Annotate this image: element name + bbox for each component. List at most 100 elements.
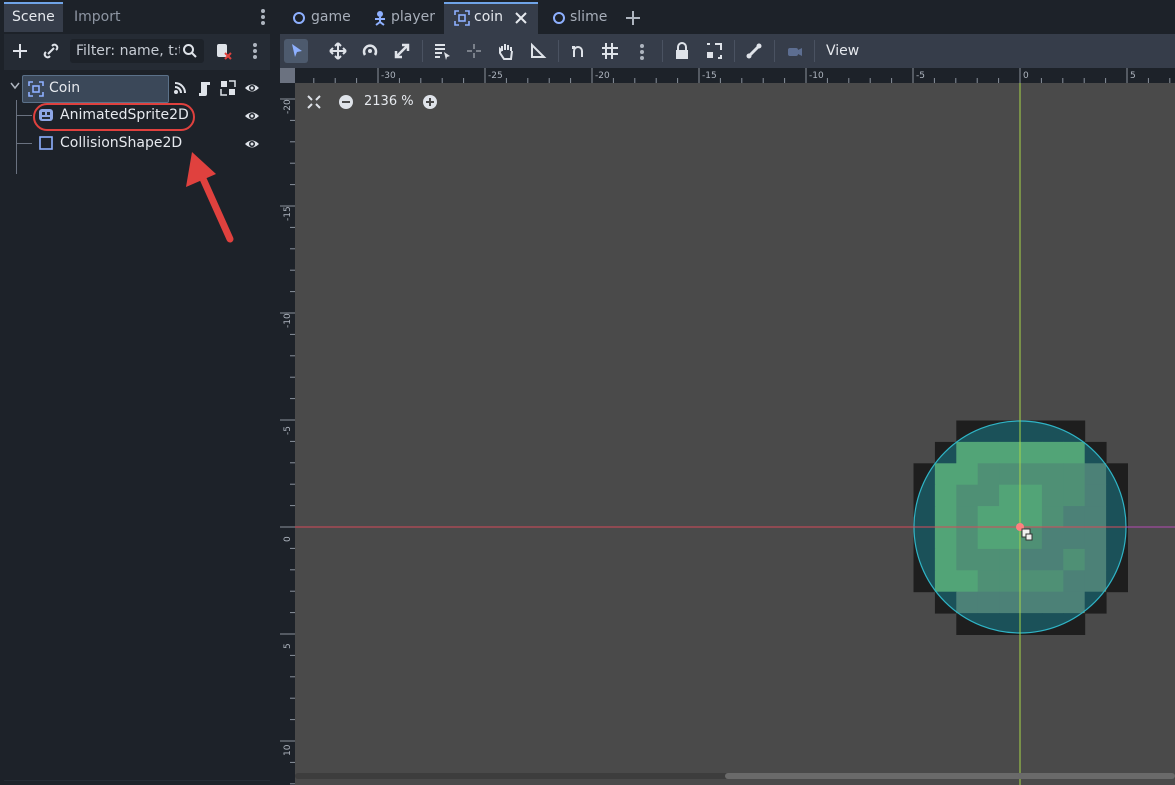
ruler-label: -5 xyxy=(283,426,293,435)
main-editor: game player coin slime View -30 -25 -20 … xyxy=(280,0,1175,785)
scene-toolbar xyxy=(4,34,270,68)
pivot-handle xyxy=(1025,533,1033,541)
circle-icon xyxy=(293,12,305,24)
visibility-eye-icon[interactable] xyxy=(244,108,260,124)
signal-icon[interactable] xyxy=(172,80,188,96)
ruler-labels: -30 -25 -20 -15 -10 -5 0 5 -20 -15 -10 -5 0 5 10 xyxy=(283,71,1136,756)
script-remove-icon xyxy=(217,44,232,60)
group-icon[interactable] xyxy=(220,80,236,96)
horizontal-scrollbar xyxy=(725,773,1175,779)
toolbar-separator xyxy=(662,40,663,62)
chevron-down-icon[interactable] xyxy=(10,82,20,90)
grid-snap-button[interactable] xyxy=(598,39,622,63)
ruler-mode-button[interactable] xyxy=(526,39,550,63)
snap-options-button[interactable] xyxy=(630,39,654,63)
tab-slime[interactable]: slime xyxy=(546,4,616,32)
script-filter-button[interactable] xyxy=(212,40,234,62)
root-node-selection[interactable]: Coin xyxy=(22,75,169,103)
character-icon xyxy=(375,11,385,26)
ruler-label: -15 xyxy=(283,206,293,221)
tab-coin[interactable]: coin xyxy=(444,2,538,34)
zoom-in-icon[interactable] xyxy=(422,94,438,110)
tab-player[interactable]: player xyxy=(368,4,440,32)
skeleton-button[interactable] xyxy=(742,39,766,63)
ruler-label: -20 xyxy=(595,71,610,81)
node-label: CollisionShape2D xyxy=(60,135,183,151)
scene-dock: Scene Import Filter: name, t:t Coin Anim… xyxy=(0,0,276,785)
lock-button[interactable] xyxy=(670,39,694,63)
search-icon xyxy=(183,44,197,58)
ruler-icon xyxy=(531,42,547,58)
toolbar-separator xyxy=(558,40,559,62)
close-icon[interactable] xyxy=(514,11,528,25)
ruler-label: -10 xyxy=(809,71,824,81)
view-menu[interactable]: View xyxy=(826,41,859,61)
toolbar-separator xyxy=(734,40,735,62)
ruler-label: 10 xyxy=(283,744,293,756)
instance-scene-button[interactable] xyxy=(40,40,62,62)
toolbar-separator xyxy=(422,40,423,62)
tab-game[interactable]: game xyxy=(288,4,360,32)
rotate-mode-button[interactable] xyxy=(358,39,382,63)
move-mode-button[interactable] xyxy=(326,39,350,63)
ruler-label: 0 xyxy=(283,536,293,542)
toolbar-separator xyxy=(774,40,775,62)
viewport-canvas: -30 -25 -20 -15 -10 -5 0 5 -20 -15 -10 -5 0 5 10 xyxy=(280,68,1175,785)
zoom-reset-icon[interactable] xyxy=(306,94,322,110)
visibility-eye-icon[interactable] xyxy=(244,80,260,96)
link-icon xyxy=(43,43,59,59)
camera-override-button[interactable] xyxy=(782,39,806,63)
ruler-label: -10 xyxy=(283,313,293,328)
annotation-arrow-icon xyxy=(186,152,234,243)
add-node-button[interactable] xyxy=(9,40,31,62)
scale-mode-button[interactable] xyxy=(390,39,414,63)
node2d-icon xyxy=(28,81,44,97)
ruler-label: -15 xyxy=(702,71,717,81)
ruler-label: 5 xyxy=(283,643,293,649)
annotation-highlight-ellipse xyxy=(33,103,195,131)
grid-snap-icon xyxy=(602,43,618,59)
ruler-corner xyxy=(280,68,295,83)
dock-menu-icon[interactable] xyxy=(258,7,268,27)
ruler-label: -30 xyxy=(381,71,396,81)
smart-snap-button[interactable] xyxy=(566,39,590,63)
canvas-viewport[interactable]: -30 -25 -20 -15 -10 -5 0 5 -20 -15 -10 -5 0 5 10 2136 … xyxy=(280,68,1175,785)
select-mode-button[interactable] xyxy=(284,39,308,63)
collision-shape-icon xyxy=(39,136,53,150)
group-button[interactable] xyxy=(702,39,726,63)
script-icon[interactable] xyxy=(196,80,212,96)
rotate-icon xyxy=(362,44,378,56)
tree-row-root[interactable]: Coin xyxy=(4,72,270,103)
scene-menu-button[interactable] xyxy=(244,40,266,62)
tab-scene[interactable]: Scene xyxy=(4,2,63,32)
tab-label: game xyxy=(311,9,351,25)
zoom-out-icon[interactable] xyxy=(338,94,354,110)
dock-tabs: Scene Import xyxy=(0,0,276,34)
root-node-label: Coin xyxy=(49,80,81,96)
list-select-button[interactable] xyxy=(430,39,454,63)
lock-icon xyxy=(676,42,688,59)
group-icon xyxy=(707,43,722,59)
tab-import[interactable]: Import xyxy=(66,4,128,30)
camera-icon xyxy=(788,48,802,56)
smart-snap-icon xyxy=(572,46,583,57)
scene-tabs: game player coin slime xyxy=(280,0,1175,34)
zoom-label[interactable]: 2136 % xyxy=(364,93,414,111)
pan-mode-button[interactable] xyxy=(494,39,518,63)
tab-label: player xyxy=(391,9,436,25)
plus-icon xyxy=(13,44,27,58)
node2d-icon xyxy=(454,10,470,26)
pivot-button[interactable] xyxy=(462,39,486,63)
ruler-label: 5 xyxy=(1130,71,1136,81)
bone-icon xyxy=(746,43,762,59)
pivot-icon xyxy=(467,44,481,58)
filter-input[interactable] xyxy=(76,39,180,63)
add-tab-icon[interactable] xyxy=(624,9,642,27)
ruler-label: -25 xyxy=(488,71,503,81)
move-icon xyxy=(329,42,347,60)
circle-icon xyxy=(553,12,565,24)
toolbar-separator xyxy=(814,40,815,62)
list-select-icon xyxy=(435,44,450,60)
filter-field[interactable] xyxy=(70,39,204,63)
tab-label: slime xyxy=(570,9,608,25)
